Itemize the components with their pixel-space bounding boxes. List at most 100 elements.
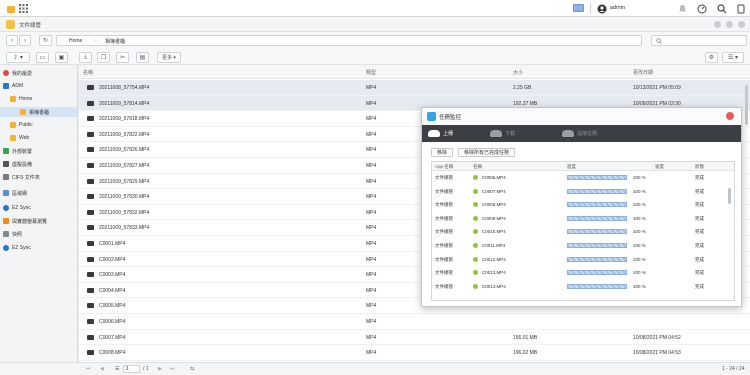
sidebar-item-public[interactable]: Public: [10, 120, 33, 130]
column-header-app[interactable]: App 名稱: [435, 164, 453, 170]
notification-icon[interactable]: [677, 3, 688, 14]
table-row[interactable]: C0008.MP4 MP4 196.02 MB 10/08/2021 PM 04:53: [79, 345, 750, 361]
grid-icon[interactable]: [18, 3, 29, 14]
task-row[interactable]: 文件總管 C0014.MP4 100 % 完成: [432, 280, 734, 294]
copy-button[interactable]: ❐: [97, 52, 110, 63]
column-header-status[interactable]: 狀態: [695, 164, 704, 170]
column-header-size[interactable]: 大小: [513, 69, 523, 76]
new-folder-button[interactable]: ▭: [36, 52, 49, 63]
prev-page-button[interactable]: ◀: [100, 366, 104, 372]
upload-button[interactable]: ⇪ ▾: [6, 52, 30, 63]
sidebar-item-web[interactable]: Web: [10, 133, 29, 143]
cifs-folder-icon: [3, 174, 9, 180]
folder-icon: [20, 109, 26, 115]
task-row[interactable]: 文件總管 C0009.MP4 100 % 完成: [432, 212, 734, 226]
tab-upload[interactable]: 上傳: [428, 125, 453, 142]
sidebar-item-favorites[interactable]: 我的最愛: [3, 68, 32, 78]
task-row[interactable]: 文件總管 C0011.MP4 100 % 完成: [432, 239, 734, 253]
sidebar-item-virtual[interactable]: 虛擬設備: [3, 159, 32, 169]
task-table: App 名稱 名稱 進度 速度 狀態 文件總管 C0006.MP4 100 % 完成文…: [431, 161, 735, 301]
column-header-date[interactable]: 更改日期: [633, 69, 653, 76]
table-row[interactable]: 20211008_57754.MP4 MP4 2.25 GB 10/13/2021 P…: [79, 80, 750, 96]
sidebar-item-snapshot[interactable]: 快照: [3, 229, 22, 239]
progress-percent: 100 %: [633, 243, 646, 248]
sidebar-item-lan[interactable]: 區域網: [3, 188, 27, 198]
sidebar-item-photo-shelf[interactable]: 相簿書櫃: [0, 107, 77, 117]
video-file-icon: [87, 178, 94, 184]
file-name: C0004.MP4: [99, 287, 126, 294]
sidebar-item-external[interactable]: 外部裝置: [3, 146, 32, 156]
task-file-name: C0010.MP4: [482, 229, 506, 235]
maximize-button[interactable]: [726, 21, 733, 28]
sidebar-item-physical-browse[interactable]: 與實體螢幕瀏覽: [3, 216, 47, 226]
column-header-name[interactable]: 名稱: [473, 164, 482, 170]
task-row[interactable]: 文件總管 C0008.MP4 100 % 完成: [432, 198, 734, 212]
column-header-speed[interactable]: 速度: [655, 164, 664, 170]
file-type: MP4: [366, 178, 377, 185]
sidebar-item-label: EZ Sync: [12, 245, 31, 251]
progress-bar: [567, 283, 627, 289]
breadcrumb-home[interactable]: Home: [69, 38, 82, 44]
search-icon[interactable]: [716, 3, 727, 14]
virtual-drive-icon: [3, 161, 9, 167]
scrollbar[interactable]: [745, 85, 748, 125]
dialog-scrollbar[interactable]: [728, 188, 731, 204]
dashboard-icon[interactable]: [696, 3, 707, 14]
task-row[interactable]: 文件總管 C0012.MP4 100 % 完成: [432, 253, 734, 267]
video-file-icon: [87, 85, 94, 90]
sidebar-item-adm[interactable]: ADM: [3, 81, 23, 91]
remove-completed-button[interactable]: 移除所有已完成任務: [458, 148, 516, 157]
close-icon[interactable]: [726, 112, 734, 120]
task-row[interactable]: 文件總管 C0013.MP4 100 % 完成: [432, 266, 734, 280]
remove-button[interactable]: 移除: [431, 148, 454, 157]
table-row[interactable]: C0007.MP4 MP4 156.01 MB 10/08/2021 PM 04:52: [79, 330, 750, 346]
username[interactable]: admin: [610, 5, 625, 11]
forward-button[interactable]: ›: [19, 35, 31, 46]
video-file-icon: [87, 303, 94, 309]
cut-button[interactable]: ✂: [116, 52, 129, 63]
task-row[interactable]: 文件總管 C0010.MP4 100 % 完成: [432, 225, 734, 239]
task-status: 完成: [695, 256, 704, 262]
search-input[interactable]: [651, 35, 747, 46]
column-header-type[interactable]: 類型: [366, 69, 376, 76]
progress-percent: 100 %: [633, 283, 646, 289]
page-total: / 1: [143, 366, 149, 372]
settings-icon[interactable]: [735, 3, 746, 14]
back-button[interactable]: ‹: [6, 35, 18, 46]
tab-remote-tasks[interactable]: 遠端任務: [562, 125, 597, 142]
last-page-button[interactable]: ⏭: [170, 366, 175, 372]
sidebar-item-ez-sync[interactable]: EZ Sync: [3, 203, 31, 213]
table-row[interactable]: C0006.MP4 MP4: [79, 314, 750, 330]
minimize-button[interactable]: [714, 21, 721, 28]
tab-download[interactable]: 下載: [490, 125, 515, 142]
task-row[interactable]: 文件總管 C0006.MP4 100 % 完成: [432, 171, 734, 185]
refresh-button[interactable]: ↻: [39, 35, 52, 46]
breadcrumb-current[interactable]: 相簿書櫃: [105, 38, 125, 45]
settings-button[interactable]: ⚙: [705, 52, 718, 63]
action-toolbar: ⇪ ▾ ▭ ▣ ⤓ ❐ ✂ ▤ 更多 ▾ ⚙ ☰ ▾: [0, 49, 750, 65]
file-type: MP4: [366, 100, 377, 107]
view-toggle-button[interactable]: ☰ ▾: [722, 52, 744, 63]
more-button[interactable]: 更多 ▾: [157, 52, 181, 63]
home-icon[interactable]: [5, 3, 16, 14]
column-header-progress[interactable]: 進度: [567, 164, 576, 170]
first-page-button[interactable]: ⏮: [86, 366, 91, 372]
sidebar-item-label: CIFS 文件夾: [12, 174, 40, 181]
task-monitor-icon[interactable]: [573, 4, 584, 12]
page-number-input[interactable]: 1: [123, 365, 140, 373]
task-app: 文件總管: [435, 175, 453, 180]
paste-button[interactable]: ▤: [136, 52, 149, 63]
close-button[interactable]: [738, 21, 745, 28]
sidebar-item-cifs[interactable]: CIFS 文件夾: [3, 172, 40, 182]
sidebar-item-ez-sync-2[interactable]: EZ Sync: [3, 243, 31, 253]
share-folder-button[interactable]: ▣: [55, 52, 68, 63]
next-page-button[interactable]: ▶: [158, 366, 162, 372]
user-icon[interactable]: [596, 3, 607, 14]
sidebar-item-home[interactable]: Home: [10, 94, 32, 104]
refresh-list-icon[interactable]: ⇆: [190, 366, 194, 372]
task-row[interactable]: 文件總管 C0007.MP4 100 % 完成: [432, 185, 734, 199]
cloud-download-icon: [490, 130, 502, 137]
breadcrumb[interactable]: Home › 相簿書櫃: [56, 35, 642, 46]
column-header-name[interactable]: 名稱: [83, 69, 93, 76]
download-button[interactable]: ⤓: [79, 52, 92, 63]
